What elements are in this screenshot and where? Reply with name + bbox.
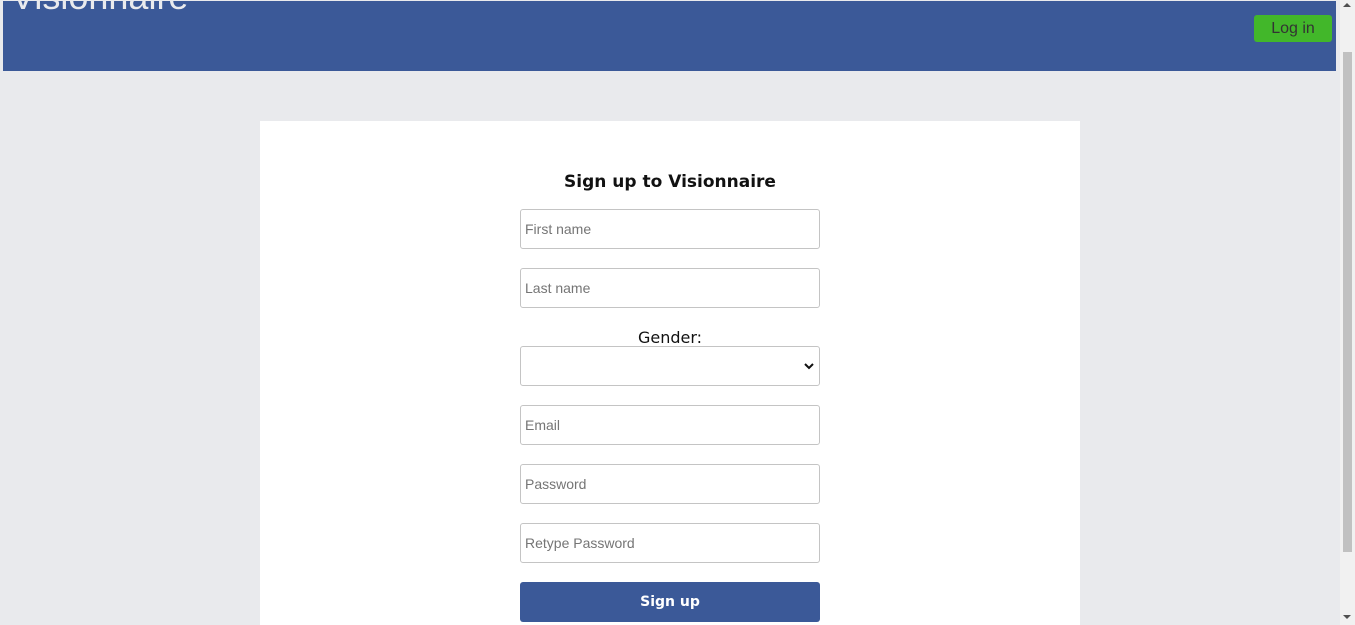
signup-button[interactable]: Sign up	[520, 582, 820, 622]
top-bar: Visionnaire Log in	[3, 0, 1336, 71]
signup-card: Sign up to Visionnaire Gender: Sign up	[260, 121, 1080, 625]
vertical-scrollbar[interactable]	[1340, 0, 1355, 625]
scroll-thumb[interactable]	[1343, 52, 1352, 552]
login-button[interactable]: Log in	[1254, 15, 1332, 42]
page: Visionnaire Log in Sign up to Visionnair…	[0, 0, 1355, 625]
signup-title: Sign up to Visionnaire	[564, 172, 776, 192]
email-input[interactable]	[520, 405, 820, 445]
gender-select[interactable]	[520, 346, 820, 386]
scroll-down-arrow-icon[interactable]	[1343, 615, 1351, 619]
gender-label: Gender:	[637, 328, 703, 347]
chevron-down-icon	[804, 363, 814, 370]
retype-password-input[interactable]	[520, 523, 820, 563]
last-name-input[interactable]	[520, 268, 820, 308]
scroll-up-arrow-icon[interactable]	[1343, 3, 1351, 7]
first-name-input[interactable]	[520, 209, 820, 249]
brand-logo[interactable]: Visionnaire	[11, 0, 188, 15]
password-input[interactable]	[520, 464, 820, 504]
